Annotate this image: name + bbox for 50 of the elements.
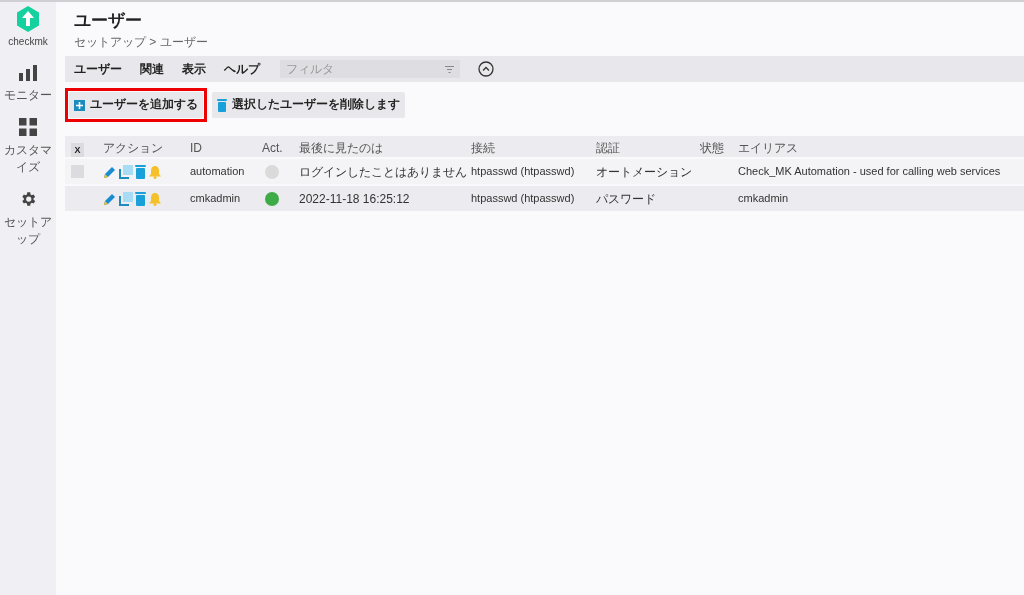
collapse-icon[interactable] xyxy=(478,61,494,77)
table-cell-text: automation xyxy=(190,164,245,180)
menu-item[interactable]: 関連 xyxy=(140,60,164,78)
sidebar-item[interactable]: セットアップ xyxy=(0,214,56,248)
column-header[interactable]: ID xyxy=(190,139,202,157)
table-row[interactable]: cmkadmin 2022-11-18 16:25:12 htpasswd (htpasswd) パスワード cmkadmin xyxy=(65,186,1024,211)
column-header[interactable]: 最後に見たのは xyxy=(299,139,383,157)
column-header[interactable]: 状態 xyxy=(700,139,724,157)
action-button[interactable]: ユーザーを追加する xyxy=(69,92,203,118)
column-header[interactable]: アクション xyxy=(103,139,163,157)
plus-icon xyxy=(74,99,85,111)
breadcrumb[interactable]: セットアップ > ユーザー xyxy=(74,33,1024,51)
column-header[interactable]: Act. xyxy=(262,139,283,157)
menu-item[interactable]: ヘルプ xyxy=(224,60,260,78)
pencil-icon[interactable] xyxy=(103,191,117,206)
bell-icon[interactable] xyxy=(148,164,162,179)
logo-icon[interactable] xyxy=(16,6,40,32)
trash-icon xyxy=(217,98,227,112)
copy-icon[interactable] xyxy=(119,164,133,179)
menu-item[interactable]: ユーザー xyxy=(74,60,122,78)
sidebar-item[interactable]: モニター xyxy=(3,87,53,104)
bar-chart-icon xyxy=(19,65,37,81)
table-cell-text: ログインしたことはありません xyxy=(299,163,467,181)
filter-field[interactable]: フィルタ xyxy=(280,60,460,78)
table-cell-text: Check_MK Automation - used for calling web services xyxy=(738,164,1001,180)
table-cell-text: cmkadmin xyxy=(190,191,241,207)
table-cell-text: cmkadmin xyxy=(738,191,789,207)
column-header[interactable]: 認証 xyxy=(596,139,620,157)
table-row[interactable]: automation ログインしたことはありません htpasswd (htpasswd) オートメーション Check_MK Automation - used for calling web services xyxy=(65,159,1024,184)
column-header[interactable]: 接続 xyxy=(471,139,495,157)
column-header[interactable]: エイリアス xyxy=(738,139,798,157)
logo-text: checkmk xyxy=(8,35,48,49)
bell-icon[interactable] xyxy=(148,191,162,206)
trash-icon[interactable] xyxy=(135,191,146,206)
checkbox[interactable] xyxy=(71,165,84,178)
table-cell-text: 2022-11-18 16:25:12 xyxy=(299,190,410,208)
table-cell-text: htpasswd (htpasswd) xyxy=(471,164,575,180)
trash-icon[interactable] xyxy=(135,164,146,179)
menu-item[interactable]: 表示 xyxy=(182,60,206,78)
table-cell-text: パスワード xyxy=(596,190,656,208)
sidebar-item[interactable]: カスタマイズ xyxy=(0,142,56,176)
copy-icon[interactable] xyxy=(119,191,133,206)
grid-icon xyxy=(19,118,37,136)
table-cell-text: オートメーション xyxy=(596,163,692,181)
page-title: ユーザー xyxy=(74,10,143,32)
action-button[interactable]: 選択したユーザーを削除します xyxy=(212,92,405,118)
filter-icon[interactable] xyxy=(445,66,454,73)
pencil-icon[interactable] xyxy=(103,164,117,179)
table-cell-text: htpasswd (htpasswd) xyxy=(471,191,575,207)
toggle-all-button[interactable]: X xyxy=(71,143,84,157)
